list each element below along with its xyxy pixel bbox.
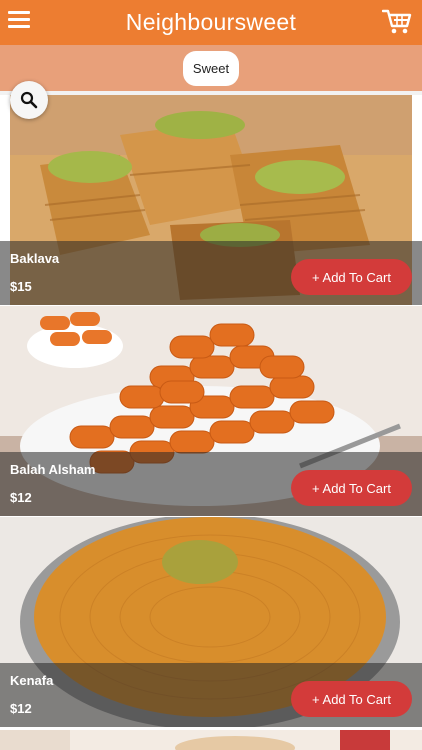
product-price: $15 (10, 279, 32, 294)
add-to-cart-button[interactable]: + Add To Cart (291, 470, 412, 506)
category-chip-sweet[interactable]: Sweet (183, 51, 239, 86)
search-button[interactable] (10, 81, 48, 119)
app-header: Neighboursweet (0, 0, 422, 45)
category-bar: Sweet (0, 45, 422, 91)
next-product-image (0, 730, 422, 750)
add-to-cart-button[interactable]: + Add To Cart (291, 681, 412, 717)
product-name: Balah Alsham (10, 462, 96, 477)
product-name: Kenafa (10, 673, 54, 688)
search-icon (20, 91, 38, 109)
product-card-balah-alsham[interactable]: Balah Alsham $12 + Add To Cart (0, 306, 422, 516)
product-card-baklava[interactable]: Baklava $15 + Add To Cart (0, 95, 422, 305)
shopping-cart-icon[interactable] (381, 8, 412, 36)
product-price: $12 (10, 701, 32, 716)
product-price: $12 (10, 490, 32, 505)
hamburger-menu-icon[interactable] (8, 11, 30, 29)
product-card-kenafa[interactable]: Kenafa $12 + Add To Cart (0, 517, 422, 727)
product-card-next-partial[interactable] (0, 730, 422, 750)
app-title: Neighboursweet (125, 9, 297, 35)
add-to-cart-button[interactable]: + Add To Cart (291, 259, 412, 295)
product-name: Baklava (10, 251, 60, 266)
